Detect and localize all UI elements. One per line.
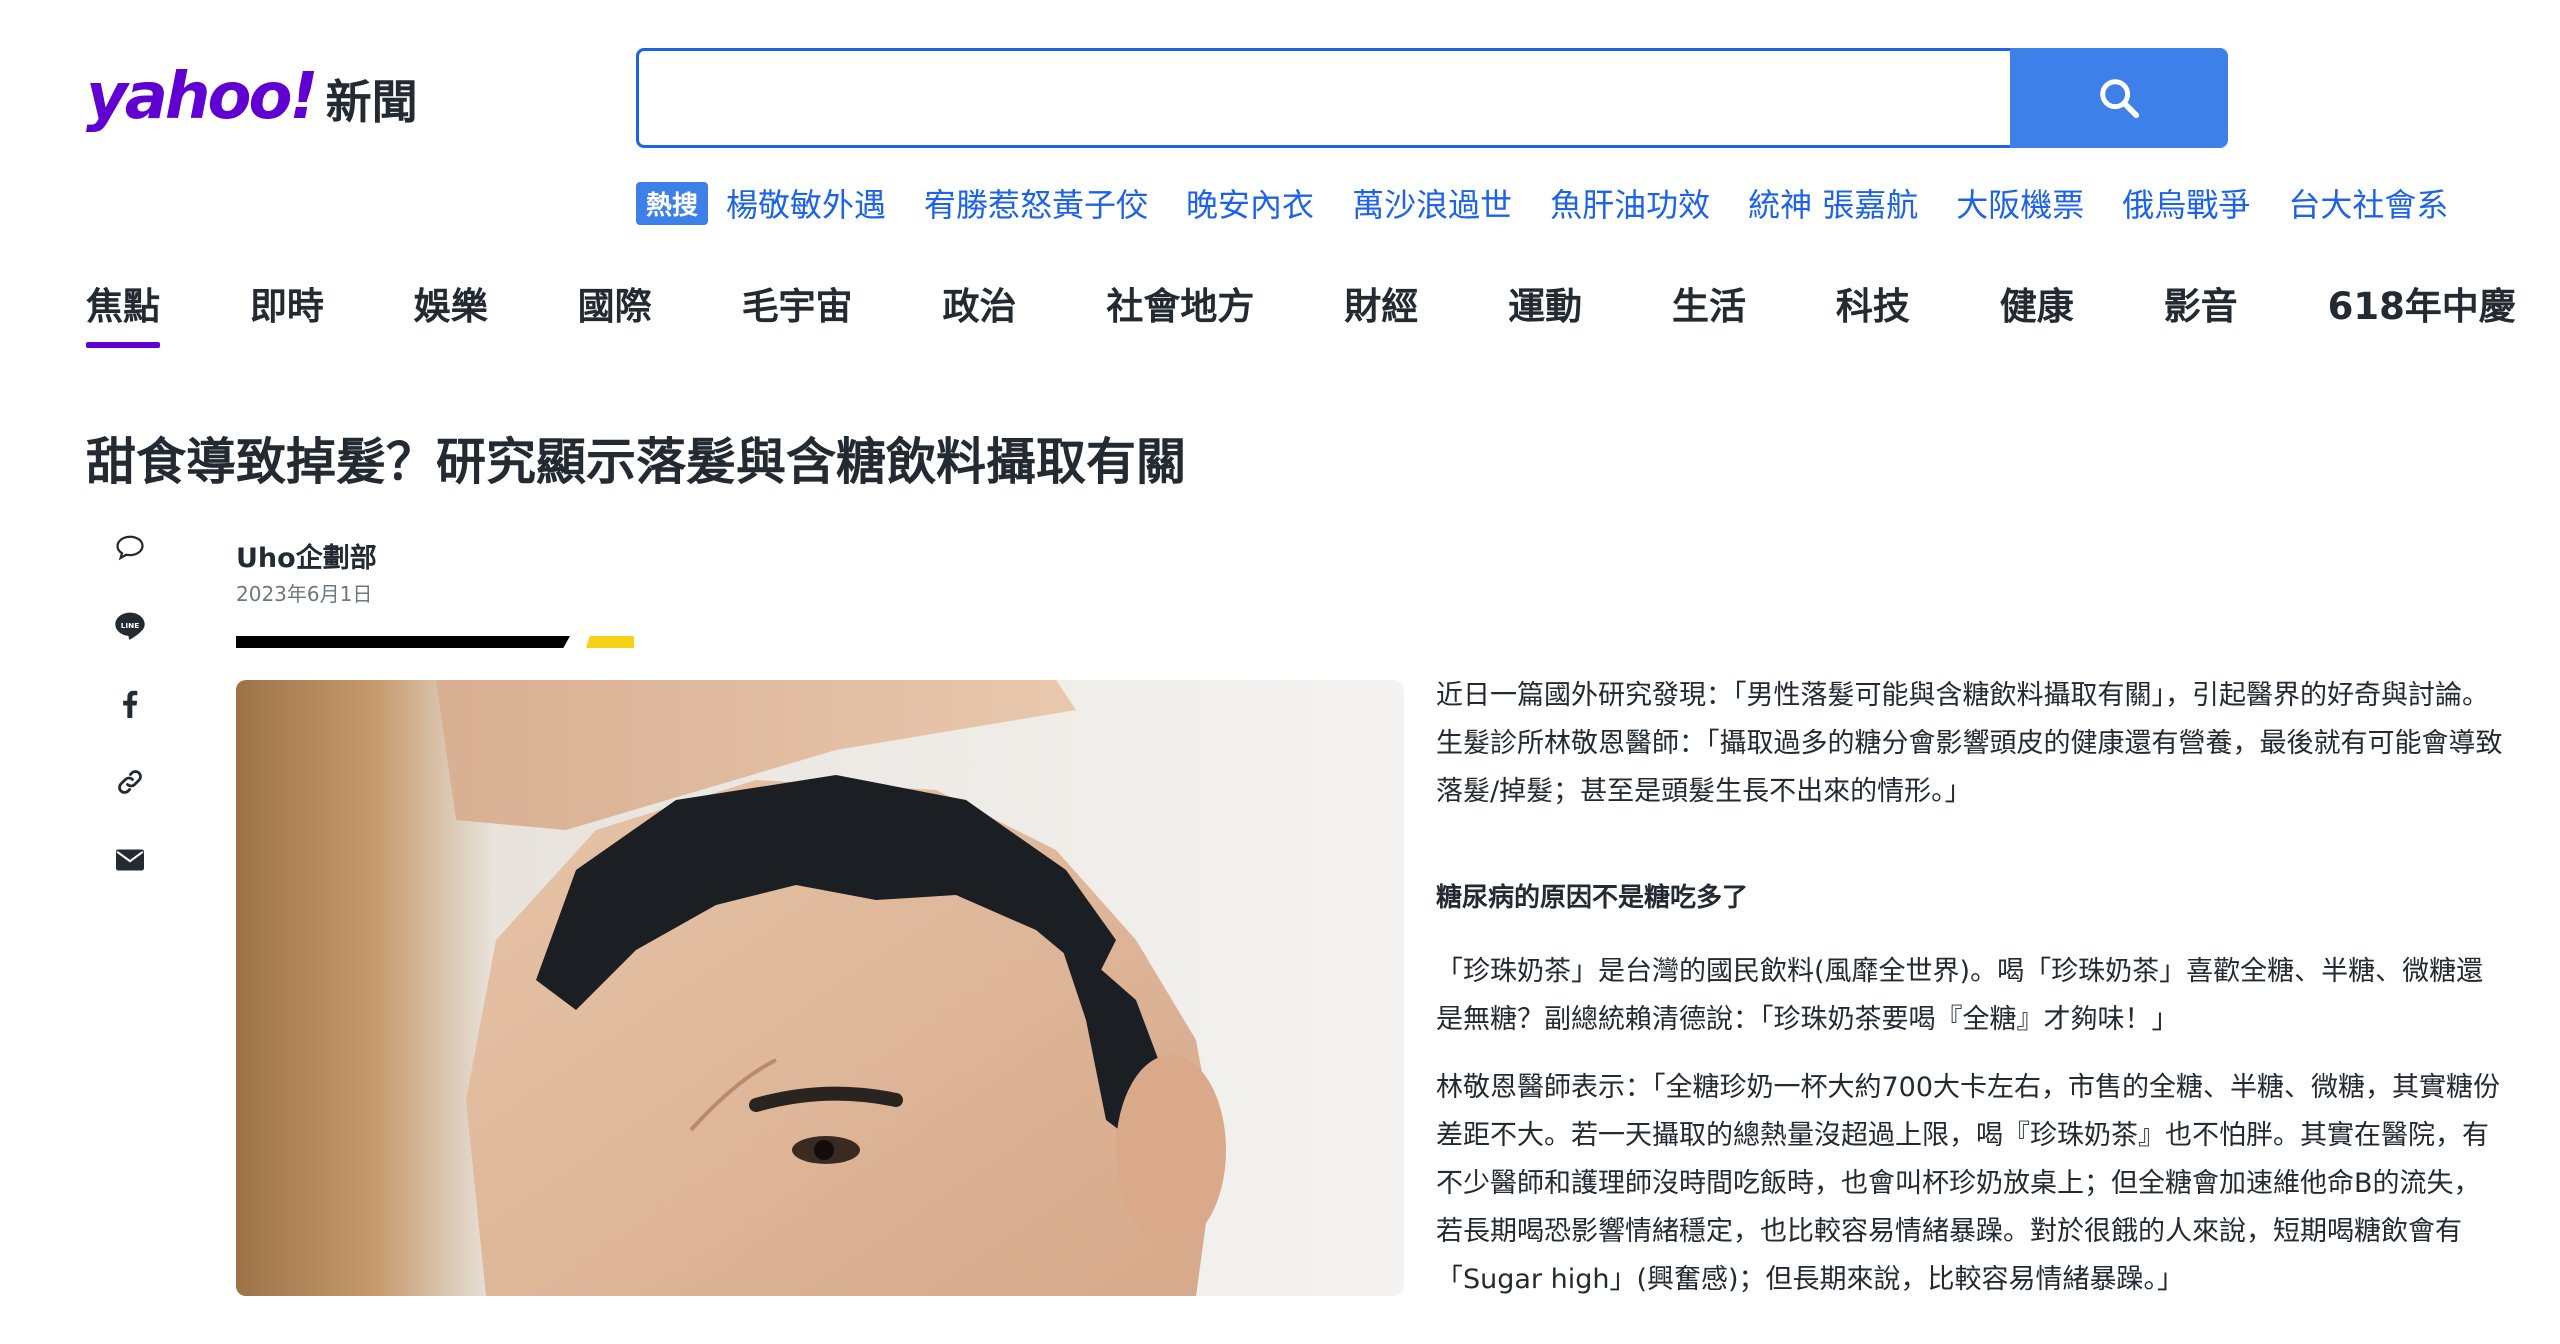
nav-item-video[interactable]: 影音 xyxy=(2164,276,2238,348)
article-author[interactable]: Uho企劃部 xyxy=(236,536,377,575)
svg-text:LINE: LINE xyxy=(121,621,140,630)
nav-item-finance[interactable]: 財經 xyxy=(1344,276,1418,348)
nav-item-international[interactable]: 國際 xyxy=(578,276,652,348)
logo-wordmark: yahoo! xyxy=(86,60,319,134)
comment-icon[interactable] xyxy=(112,530,148,566)
nav-item-life[interactable]: 生活 xyxy=(1672,276,1746,348)
article-headline: 甜食導致掉髮？研究顯示落髮與含糖飲料攝取有關 xyxy=(86,433,1186,491)
nav-item-society[interactable]: 社會地方 xyxy=(1106,276,1254,348)
article-paragraph: 「珍珠奶茶」是台灣的國民飲料(風靡全世界)。喝「珍珠奶茶」喜歡全糖、半糖、微糖還… xyxy=(1436,956,2484,1035)
nav-item-mao-universe[interactable]: 毛宇宙 xyxy=(742,276,853,348)
trending-link[interactable]: 俄烏戰爭 xyxy=(2122,180,2250,226)
facebook-icon[interactable] xyxy=(112,686,148,722)
trending-link[interactable]: 萬沙浪過世 xyxy=(1352,180,1512,226)
nav-item-entertainment[interactable]: 娛樂 xyxy=(414,276,488,348)
trending-link[interactable]: 晚安內衣 xyxy=(1186,180,1314,226)
trending-link[interactable]: 台大社會系 xyxy=(2288,180,2448,226)
mail-icon[interactable] xyxy=(112,842,148,878)
trending-link[interactable]: 魚肝油功效 xyxy=(1550,180,1710,226)
trending-badge: 熱搜 xyxy=(636,181,709,225)
article-date: 2023年6月1日 xyxy=(236,582,373,606)
nav-item-latest[interactable]: 即時 xyxy=(250,276,324,348)
article-paragraph: 林敬恩醫師表示：「全糖珍奶一杯大約700大卡左右，市售的全糖、半糖、微糖，其實糖… xyxy=(1436,1072,2501,1295)
search-bar xyxy=(636,48,2228,148)
author-divider xyxy=(236,636,570,648)
search-button[interactable] xyxy=(2010,48,2228,148)
nav-item-politics[interactable]: 政治 xyxy=(942,276,1016,348)
article-body: 近日一篇國外研究發現：「男性落髮可能與含糖飲料攝取有關」，引起醫界的好奇與討論。… xyxy=(1436,672,2506,1344)
nav-item-sports[interactable]: 運動 xyxy=(1508,276,1582,348)
trending-link[interactable]: 宥勝惹怒黃子佼 xyxy=(924,180,1148,226)
nav-item-tech[interactable]: 科技 xyxy=(1836,276,1910,348)
nav-item-618-sale[interactable]: 618年中慶 xyxy=(2328,276,2516,348)
article-hero-image xyxy=(236,680,1404,1296)
logo-section-name: 新聞 xyxy=(325,75,418,129)
main-nav: 焦點 即時 娛樂 國際 毛宇宙 政治 社會地方 財經 運動 生活 科技 健康 影… xyxy=(86,276,2516,348)
trending-link[interactable]: 楊敬敏外遇 xyxy=(726,180,886,226)
trending-link[interactable]: 統神 張嘉航 xyxy=(1748,180,1918,226)
trending-link[interactable]: 大阪機票 xyxy=(1956,180,2084,226)
article-subheading: 糖尿病的原因不是糖吃多了 xyxy=(1436,883,1749,913)
search-icon xyxy=(2100,79,2140,119)
nav-item-health[interactable]: 健康 xyxy=(2000,276,2074,348)
share-toolbar: LINE xyxy=(112,530,148,920)
search-input[interactable] xyxy=(636,48,2010,148)
yahoo-news-logo[interactable]: yahoo! 新聞 xyxy=(86,60,418,134)
author-divider-accent xyxy=(586,636,634,648)
nav-item-focus[interactable]: 焦點 xyxy=(86,276,160,348)
link-icon[interactable] xyxy=(112,764,148,800)
line-icon[interactable]: LINE xyxy=(112,608,148,644)
trending-searches: 熱搜 楊敬敏外遇 宥勝惹怒黃子佼 晚安內衣 萬沙浪過世 魚肝油功效 統神 張嘉航… xyxy=(636,180,2486,226)
article-paragraph: 近日一篇國外研究發現：「男性落髮可能與含糖飲料攝取有關」，引起醫界的好奇與討論。… xyxy=(1436,680,2503,807)
